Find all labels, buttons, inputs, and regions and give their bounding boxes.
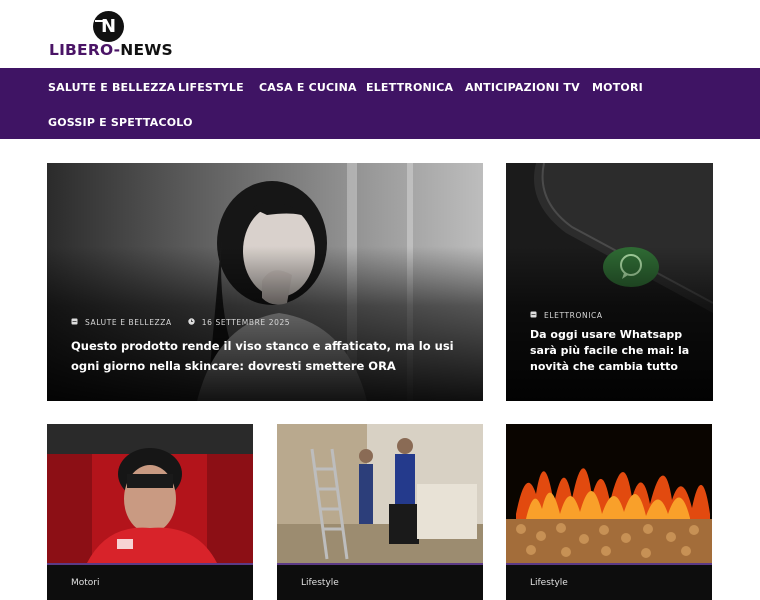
article-card-motori[interactable]: Motori (47, 424, 253, 600)
side-article-title[interactable]: Da oggi usare Whatsapp sarà più facile c… (530, 327, 700, 375)
nav-item-casa-e-cucina[interactable]: CASA E CUCINA (259, 81, 357, 94)
article-image-rider (47, 424, 253, 563)
article-image-renovation (277, 424, 483, 563)
nav-item-anticipazioni-tv[interactable]: ANTICIPAZIONI TV (465, 81, 580, 94)
featured-article-meta: SALUTE E BELLEZZA 16 SETTEMBRE 2025 (71, 318, 290, 327)
featured-article-card[interactable]: SALUTE E BELLEZZA 16 SETTEMBRE 2025 Ques… (47, 163, 483, 401)
site-header: N LIBERO-NEWS (0, 0, 760, 68)
side-article-meta: ELETTRONICA (530, 311, 619, 320)
nav-item-gossip-e-spettacolo[interactable]: GOSSIP E SPETTACOLO (48, 116, 193, 129)
logo-text-part1: LIBERO- (49, 41, 121, 59)
folder-icon (530, 311, 537, 320)
site-logo[interactable]: N LIBERO-NEWS (49, 11, 179, 61)
article-image-pellet-fire (506, 424, 712, 563)
nav-item-lifestyle[interactable]: LIFESTYLE (178, 81, 244, 94)
nav-item-elettronica[interactable]: ELETTRONICA (366, 81, 453, 94)
article-category-label[interactable]: Lifestyle (301, 578, 339, 588)
article-card-lifestyle-renovation[interactable]: Lifestyle (277, 424, 483, 600)
main-navigation: SALUTE E BELLEZZA LIFESTYLE CASA E CUCIN… (0, 68, 760, 139)
folder-icon (71, 318, 78, 327)
logo-n-icon: N (93, 11, 124, 42)
featured-category-link[interactable]: SALUTE E BELLEZZA (85, 318, 172, 327)
nav-item-motori[interactable]: MOTORI (592, 81, 643, 94)
nav-item-salute-e-bellezza[interactable]: SALUTE E BELLEZZA (48, 81, 175, 94)
side-article-card[interactable]: ELETTRONICA Da oggi usare Whatsapp sarà … (506, 163, 713, 401)
logo-text-part2: NEWS (120, 41, 173, 59)
featured-date: 16 SETTEMBRE 2025 (201, 318, 291, 327)
featured-article-title[interactable]: Questo prodotto rende il viso stanco e a… (71, 336, 461, 376)
logo-wordmark: LIBERO-NEWS (49, 41, 173, 59)
article-category-label[interactable]: Lifestyle (530, 578, 568, 588)
article-card-lifestyle-pellets[interactable]: Lifestyle (506, 424, 712, 600)
side-category-link[interactable]: ELETTRONICA (544, 311, 603, 320)
clock-icon (188, 318, 195, 327)
article-category-label[interactable]: Motori (71, 578, 100, 588)
